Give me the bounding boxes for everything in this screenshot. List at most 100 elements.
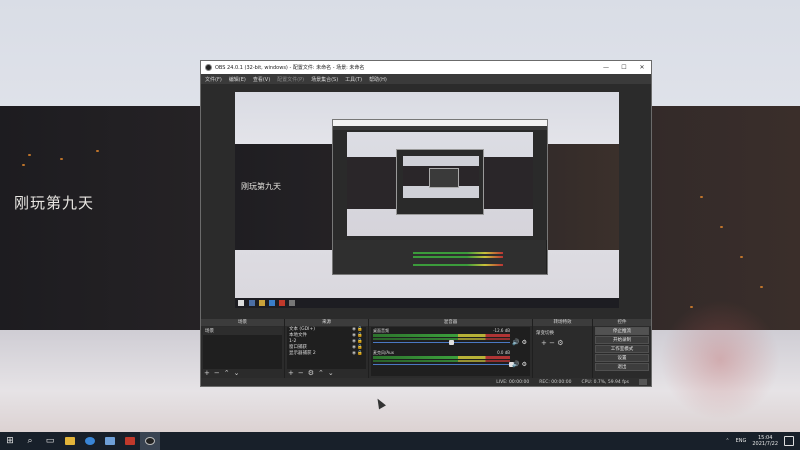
nested-meter-1 bbox=[413, 252, 503, 254]
settings-button[interactable]: 设置 bbox=[595, 354, 649, 362]
gear-icon[interactable]: ⚙ bbox=[308, 369, 314, 377]
obs-window: OBS 24.0.1 (32-bit, windows) - 配置文件: 未命名… bbox=[200, 60, 652, 387]
sources-dock: 来源 文本 (GDI+) ◉ 🔒 本地文件 ◉ 🔒 1-2 ◉ 🔒 窗口捕获 ◉ 🔒 显… bbox=[285, 319, 369, 378]
volume-slider[interactable] bbox=[373, 364, 510, 365]
obs-menubar: 文件(F) 编辑(E) 查看(V) 配置文件(P) 场景集合(S) 工具(T) … bbox=[201, 74, 651, 84]
source-item[interactable]: 显示器捕获 2 ◉ 🔒 bbox=[287, 351, 366, 357]
move-up-icon[interactable]: ⌃ bbox=[318, 369, 324, 377]
obs-docks: 场景 场景 + − ⌃ ⌄ 来源 文本 (GDI+) ◉ 🔒 本地文件 ◉ 🔒 1-… bbox=[201, 319, 651, 378]
sources-list: 文本 (GDI+) ◉ 🔒 本地文件 ◉ 🔒 1-2 ◉ 🔒 窗口捕获 ◉ 🔒 显示器捕… bbox=[287, 327, 366, 369]
menu-tools[interactable]: 工具(T) bbox=[345, 76, 362, 83]
nested-obs-window bbox=[332, 119, 548, 275]
notification-icon[interactable] bbox=[784, 436, 794, 446]
remove-scene-icon[interactable]: − bbox=[214, 369, 220, 377]
wallpaper-blossom bbox=[660, 300, 780, 420]
menu-scene-collection[interactable]: 场景集合(S) bbox=[311, 76, 338, 83]
transitions-dock-title: 转场特效 bbox=[533, 319, 592, 326]
transition-toolbar: + − ⚙ bbox=[541, 339, 564, 347]
mixer-channel-db: -12.6 dB bbox=[493, 328, 510, 333]
obs-taskbar-icon[interactable] bbox=[140, 432, 160, 450]
obs-titlebar[interactable]: OBS 24.0.1 (32-bit, windows) - 配置文件: 未命名… bbox=[201, 61, 651, 74]
windows-start-icon[interactable]: ⊞ bbox=[0, 432, 20, 450]
file-explorer-icon[interactable] bbox=[60, 432, 80, 450]
volume-meter bbox=[373, 338, 510, 340]
mixer-channel-db: 0.0 dB bbox=[497, 350, 510, 355]
gear-icon[interactable]: ⚙ bbox=[522, 339, 527, 346]
wallpaper-title: 刚玩第九天 bbox=[14, 194, 95, 212]
mixer-channel-mic: 麦克风/Aux 0.0 dB 🔊 ⚙ bbox=[371, 349, 530, 371]
maximize-button[interactable]: ☐ bbox=[615, 64, 633, 71]
taskbar: ⊞ ⌕ ▭ ⌃ ENG 15:04 2021/7/22 bbox=[0, 432, 800, 450]
add-transition-icon[interactable]: + bbox=[541, 339, 547, 347]
menu-help[interactable]: 帮助(H) bbox=[369, 76, 387, 83]
start-recording-button[interactable]: 开始录制 bbox=[595, 336, 649, 344]
nested-obs-preview-2 bbox=[403, 156, 479, 198]
mixer-channel-icons: 🔊 ⚙ bbox=[512, 361, 527, 368]
transitions-dock: 转场特效 渐变切换 + − ⚙ bbox=[533, 319, 593, 378]
mixer-dock: 混音器 桌面音频 -12.6 dB 🔊 ⚙ 麦克风/Aux 0.0 dB 🔊 ⚙ bbox=[369, 319, 533, 378]
add-scene-icon[interactable]: + bbox=[204, 369, 210, 377]
nested-obs-window-3 bbox=[429, 168, 459, 188]
exit-button[interactable]: 退出 bbox=[595, 363, 649, 371]
rec-timer: REC: 00:00:00 bbox=[539, 379, 572, 385]
cpu-fps: CPU: 0.7%, 59.94 fps bbox=[581, 379, 630, 385]
scenes-toolbar: + − ⌃ ⌄ bbox=[204, 369, 240, 377]
mixer-channel-icons: 🔊 ⚙ bbox=[512, 339, 527, 346]
menu-profile[interactable]: 配置文件(P) bbox=[277, 76, 304, 83]
mixer-dock-title: 混音器 bbox=[369, 319, 532, 326]
store-icon[interactable] bbox=[100, 432, 120, 450]
gear-icon[interactable]: ⚙ bbox=[557, 339, 563, 347]
remove-source-icon[interactable]: − bbox=[298, 369, 304, 377]
volume-meter bbox=[373, 334, 510, 337]
nested-obs-preview bbox=[347, 132, 533, 236]
visibility-lock-icons[interactable]: ◉ 🔒 bbox=[352, 351, 363, 357]
red-app-icon[interactable] bbox=[120, 432, 140, 450]
studio-mode-button[interactable]: 工作室模式 bbox=[595, 345, 649, 353]
minimize-button[interactable]: — bbox=[597, 64, 615, 71]
sources-toolbar: + − ⚙ ⌃ ⌄ bbox=[288, 369, 334, 377]
sources-dock-title: 来源 bbox=[285, 319, 368, 326]
chevron-up-icon[interactable]: ⌃ bbox=[725, 438, 729, 444]
nested-obs-window-2 bbox=[396, 149, 484, 215]
move-up-icon[interactable]: ⌃ bbox=[224, 369, 230, 377]
gear-icon[interactable]: ⚙ bbox=[522, 361, 527, 368]
remove-transition-icon[interactable]: − bbox=[549, 339, 555, 347]
system-tray: ⌃ ENG 15:04 2021/7/22 bbox=[725, 432, 800, 450]
speaker-icon[interactable]: 🔊 bbox=[512, 361, 519, 368]
speaker-icon[interactable]: 🔊 bbox=[512, 339, 519, 346]
transition-select[interactable]: 渐变切换 bbox=[536, 330, 570, 336]
clock-date: 2021/7/22 bbox=[752, 441, 778, 447]
obs-logo-icon bbox=[205, 64, 212, 71]
preview-desktop-title: 刚玩第九天 bbox=[241, 182, 281, 191]
move-down-icon[interactable]: ⌄ bbox=[328, 369, 334, 377]
volume-slider[interactable] bbox=[373, 342, 510, 343]
close-button[interactable]: ✕ bbox=[633, 64, 651, 71]
browser-icon[interactable] bbox=[80, 432, 100, 450]
preview-area: 刚玩第九天 bbox=[201, 84, 651, 319]
clock[interactable]: 15:04 2021/7/22 bbox=[752, 435, 778, 447]
add-source-icon[interactable]: + bbox=[288, 369, 294, 377]
stop-streaming-button[interactable]: 停止推流 bbox=[595, 327, 649, 335]
menu-file[interactable]: 文件(F) bbox=[205, 76, 222, 83]
obs-statusbar: LIVE: 00:00:00 REC: 00:00:00 CPU: 0.7%, … bbox=[201, 378, 651, 386]
language-indicator[interactable]: ENG bbox=[736, 438, 747, 444]
scene-item[interactable]: 场景 bbox=[203, 327, 282, 335]
nested-meter-3 bbox=[413, 264, 503, 266]
search-icon[interactable]: ⌕ bbox=[20, 432, 40, 450]
nested-meter-2 bbox=[413, 256, 503, 258]
menu-edit[interactable]: 编辑(E) bbox=[229, 76, 246, 83]
volume-slider-handle[interactable] bbox=[449, 340, 454, 345]
controls-dock: 控件 停止推流 开始录制 工作室模式 设置 退出 bbox=[593, 319, 651, 378]
task-view-icon[interactable]: ▭ bbox=[40, 432, 60, 450]
volume-meter bbox=[373, 356, 510, 359]
obs-window-title: OBS 24.0.1 (32-bit, windows) - 配置文件: 未命名… bbox=[215, 65, 365, 71]
mixer-channel-desktop: 桌面音频 -12.6 dB 🔊 ⚙ bbox=[371, 327, 530, 349]
move-down-icon[interactable]: ⌄ bbox=[234, 369, 240, 377]
program-preview[interactable]: 刚玩第九天 bbox=[235, 92, 619, 308]
nested-obs-menubar bbox=[333, 126, 547, 130]
stream-health-indicator bbox=[639, 379, 647, 385]
scenes-dock: 场景 场景 + − ⌃ ⌄ bbox=[201, 319, 285, 378]
preview-taskbar bbox=[235, 298, 619, 308]
menu-view[interactable]: 查看(V) bbox=[253, 76, 270, 83]
mixer-body: 桌面音频 -12.6 dB 🔊 ⚙ 麦克风/Aux 0.0 dB 🔊 ⚙ bbox=[371, 327, 530, 376]
